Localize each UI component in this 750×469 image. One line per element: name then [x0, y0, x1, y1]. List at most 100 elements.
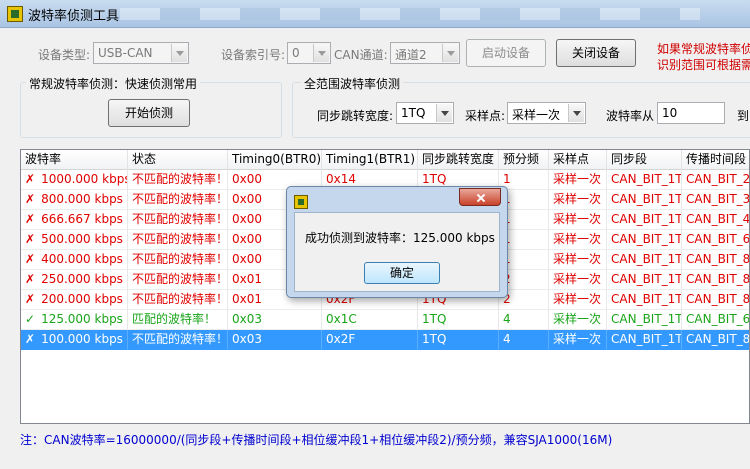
baud-value: 125.000 kbps	[41, 312, 123, 326]
prop-cell: CAN_BIT_2TQ	[682, 170, 749, 190]
table-row[interactable]: ✓ 125.000 kbps 匹配的波特率！ 0x03 0x1C 1TQ 4 采样一次 CAN_…	[21, 310, 749, 330]
prop-cell: CAN_BIT_6TQ	[682, 310, 749, 330]
cross-icon: ✗	[25, 332, 36, 346]
sample-point-select[interactable]: 采样一次	[507, 102, 586, 124]
column-header[interactable]: 同步跳转宽度	[418, 150, 499, 170]
baud-value: 250.000 kbps	[41, 272, 123, 286]
sample-cell: 采样一次	[549, 270, 607, 290]
baud-value: 800.000 kbps	[41, 192, 123, 206]
chevron-down-icon	[313, 44, 329, 62]
prop-cell: CAN_BIT_8TQ	[682, 250, 749, 270]
can-channel-label: CAN通道:	[334, 48, 388, 62]
column-header[interactable]: 采样点	[549, 150, 607, 170]
table-header: 波特率 状态 Timing0(BTR0) Timing1(BTR1) 同步跳转宽…	[21, 150, 749, 170]
sjw-select[interactable]: 1TQ	[396, 102, 454, 124]
can-channel-select[interactable]: 通道2	[390, 42, 460, 64]
column-header[interactable]: 状态	[128, 150, 228, 170]
hint-line-2: 识别范围可根据需	[657, 58, 750, 72]
start-device-button[interactable]: 启动设备	[466, 39, 546, 67]
baud-cell: ✗ 500.000 kbps	[21, 230, 128, 250]
close-icon[interactable]	[459, 188, 501, 206]
column-header[interactable]: Timing0(BTR0)	[228, 150, 322, 170]
prop-cell: CAN_BIT_4TQ	[682, 210, 749, 230]
dialog-message: 成功侦测到波特率：125.000 kbps	[305, 231, 495, 245]
status-cell: 匹配的波特率！	[128, 310, 228, 330]
sync-cell: CAN_BIT_1TQ	[607, 290, 682, 310]
sjw-cell: 1TQ	[418, 310, 499, 330]
full-range-label: 全范围波特率侦测	[301, 75, 404, 92]
sync-cell: CAN_BIT_1TQ	[607, 210, 682, 230]
column-header[interactable]: Timing1(BTR1)	[322, 150, 418, 170]
btr1-cell: 0x2F	[322, 330, 418, 350]
baud-cell: ✗ 800.000 kbps	[21, 190, 128, 210]
sample-cell: 采样一次	[549, 250, 607, 270]
baud-cell: ✗ 200.000 kbps	[21, 290, 128, 310]
baud-from-label: 波特率从	[606, 109, 655, 123]
prop-cell: CAN_BIT_3TQ	[682, 190, 749, 210]
cross-icon: ✗	[25, 272, 36, 286]
btr0-cell: 0x03	[228, 330, 322, 350]
baud-from-input[interactable]: 10	[657, 102, 725, 124]
status-cell: 不匹配的波特率！	[128, 270, 228, 290]
app-icon	[7, 6, 23, 22]
start-detect-button[interactable]: 开始侦测	[108, 99, 190, 127]
sync-cell: CAN_BIT_1TQ	[607, 190, 682, 210]
status-cell: 不匹配的波特率！	[128, 330, 228, 350]
prescale-cell: 4	[499, 330, 549, 350]
status-cell: 不匹配的波特率！	[128, 230, 228, 250]
device-type-select[interactable]: USB-CAN	[93, 42, 189, 64]
title-bar-background	[120, 8, 700, 20]
device-index-select[interactable]: 0	[287, 42, 331, 64]
status-cell: 不匹配的波特率！	[128, 210, 228, 230]
baud-cell: ✗ 100.000 kbps	[21, 330, 128, 350]
sample-point-label: 采样点:	[465, 109, 506, 123]
column-header[interactable]: 预分频	[499, 150, 549, 170]
device-type-label: 设备类型:	[38, 48, 91, 62]
status-cell: 不匹配的波特率！	[128, 170, 228, 190]
status-cell: 不匹配的波特率！	[128, 250, 228, 270]
sync-cell: CAN_BIT_1TQ	[607, 270, 682, 290]
close-device-button[interactable]: 关闭设备	[556, 39, 636, 67]
prop-cell: CAN_BIT_8TQ	[682, 290, 749, 310]
btr1-cell: 0x1C	[322, 310, 418, 330]
sync-cell: CAN_BIT_1TQ	[607, 310, 682, 330]
baud-cell: ✗ 1000.000 kbps	[21, 170, 128, 190]
cross-icon: ✗	[25, 292, 36, 306]
sjw-value: 1TQ	[401, 106, 426, 120]
column-header[interactable]: 波特率	[21, 150, 128, 170]
column-header[interactable]: 同步段	[607, 150, 682, 170]
sync-cell: CAN_BIT_1TQ	[607, 170, 682, 190]
chevron-down-icon	[568, 104, 584, 122]
baud-cell: ✗ 250.000 kbps	[21, 270, 128, 290]
can-channel-value: 通道2	[395, 48, 427, 62]
chevron-down-icon	[171, 44, 187, 62]
sync-cell: CAN_BIT_1TQ	[607, 250, 682, 270]
baud-value: 200.000 kbps	[41, 292, 123, 306]
device-index-label: 设备索引号:	[221, 48, 286, 62]
device-type-value: USB-CAN	[98, 46, 153, 60]
sjw-cell: 1TQ	[418, 330, 499, 350]
baud-value: 1000.000 kbps	[41, 172, 128, 186]
ok-button[interactable]: 确定	[364, 262, 440, 284]
sample-cell: 采样一次	[549, 210, 607, 230]
chevron-down-icon	[442, 44, 458, 62]
check-icon: ✓	[25, 312, 36, 326]
window-title: 波特率侦测工具	[28, 9, 120, 24]
title-bar: 波特率侦测工具	[0, 0, 750, 28]
prescale-cell: 4	[499, 310, 549, 330]
cross-icon: ✗	[25, 232, 36, 246]
column-header[interactable]: 传播时间段	[682, 150, 749, 170]
baud-value: 100.000 kbps	[41, 332, 123, 346]
app-icon	[294, 195, 308, 209]
formula-note: 注：CAN波特率=16000000/(同步段+传播时间段+相位缓冲段1+相位缓冲…	[20, 433, 613, 447]
sjw-label: 同步跳转宽度:	[317, 109, 394, 123]
chevron-down-icon	[436, 104, 452, 122]
table-row[interactable]: ✗ 100.000 kbps 不匹配的波特率！ 0x03 0x2F 1TQ 4 采样一次 CAN…	[21, 330, 749, 350]
cross-icon: ✗	[25, 212, 36, 226]
cross-icon: ✗	[25, 192, 36, 206]
baud-cell: ✗ 400.000 kbps	[21, 250, 128, 270]
status-cell: 不匹配的波特率！	[128, 290, 228, 310]
sample-point-value: 采样一次	[512, 108, 561, 122]
normal-detection-label: 常规波特率侦测：快速侦测常用	[26, 75, 201, 92]
sync-cell: CAN_BIT_1TQ	[607, 330, 682, 350]
